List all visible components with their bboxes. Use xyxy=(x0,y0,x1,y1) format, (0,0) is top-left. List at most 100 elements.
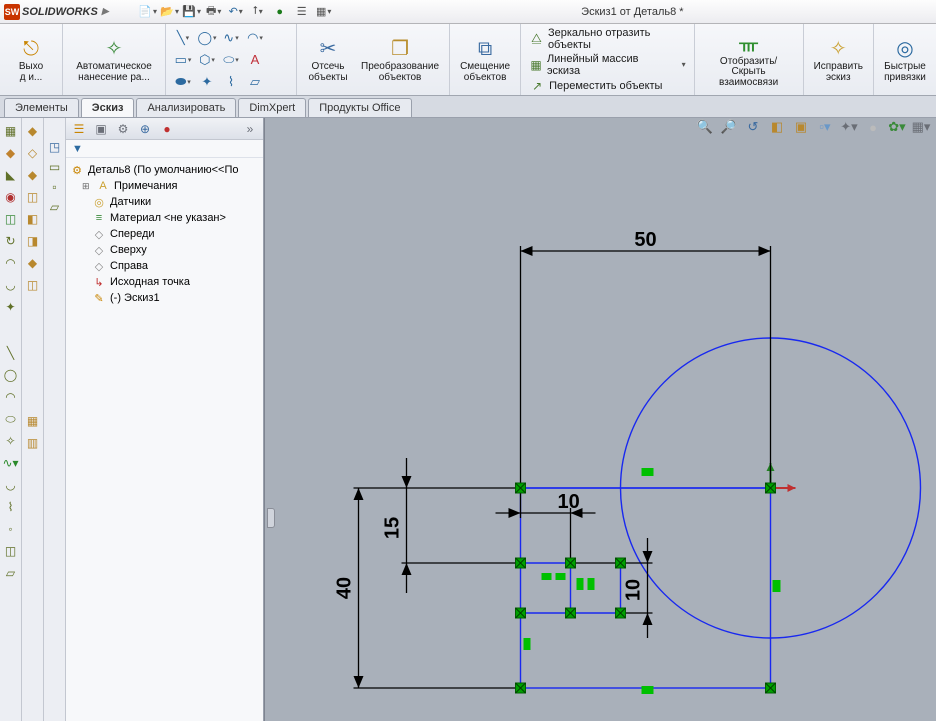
lt1-11[interactable]: ◯ xyxy=(2,366,20,384)
lt3-3[interactable]: ▫ xyxy=(46,178,64,196)
lt2-7[interactable]: ◆ xyxy=(24,254,42,272)
lt2-10[interactable]: ▥ xyxy=(24,434,42,452)
point-tool[interactable]: ✦ xyxy=(196,72,218,92)
view-orientation-icon[interactable]: ▣ xyxy=(792,118,810,136)
lt1-16[interactable]: ◡ xyxy=(2,476,20,494)
line-tool[interactable]: ╲ xyxy=(172,28,194,48)
lt2-8[interactable]: ◫ xyxy=(24,276,42,294)
fillet-tool[interactable]: A xyxy=(244,50,266,70)
tab-sketch[interactable]: Эскиз xyxy=(81,98,135,117)
menu-expand-icon[interactable]: ▶ xyxy=(102,6,109,17)
lt1-4[interactable]: ◉ xyxy=(2,188,20,206)
lt2-9[interactable]: ▦ xyxy=(24,412,42,430)
linear-pattern-button[interactable]: ▦Линейный массив эскиза▾ xyxy=(529,53,685,77)
view-settings-icon[interactable]: ▦▾ xyxy=(912,118,930,136)
spline-tool[interactable]: ∿ xyxy=(220,28,242,48)
fm-tab-prop[interactable]: ▣ xyxy=(92,121,110,137)
new-doc-icon[interactable]: 📄 xyxy=(139,3,157,21)
fm-filter[interactable]: ▼ xyxy=(66,140,263,158)
select-icon[interactable]: ⭡ xyxy=(249,3,267,21)
ellipse-tool[interactable]: ⬭ xyxy=(220,50,242,70)
settings-icon[interactable]: ▦ xyxy=(315,3,333,21)
fm-tab-dim[interactable]: ⊕ xyxy=(136,121,154,137)
tree-notes[interactable]: Примечания xyxy=(114,180,178,192)
tree-sensors[interactable]: Датчики xyxy=(110,196,151,208)
tool-15[interactable] xyxy=(268,72,290,92)
lt1-3[interactable]: ◣ xyxy=(2,166,20,184)
dimension-15[interactable]: 15 xyxy=(382,458,521,593)
save-icon[interactable]: 💾 xyxy=(183,3,201,21)
print-icon[interactable]: 🖶 xyxy=(205,3,223,21)
zoom-fit-icon[interactable]: 🔍 xyxy=(696,118,714,136)
arc-tool[interactable]: ◠ xyxy=(244,28,266,48)
tree-expand[interactable]: ⊞ xyxy=(82,181,92,192)
lt1-18[interactable]: ◦ xyxy=(2,520,20,538)
lt1-2[interactable]: ◆ xyxy=(2,144,20,162)
fm-tab-tree[interactable]: ☰ xyxy=(70,121,88,137)
lt1-7[interactable]: ◠ xyxy=(2,254,20,272)
lt1-17[interactable]: ⌇ xyxy=(2,498,20,516)
plane-tool[interactable]: ▱ xyxy=(244,72,266,92)
tree-top[interactable]: Сверху xyxy=(110,244,147,256)
trim-button[interactable]: ✂ Отсечь объекты xyxy=(303,27,353,93)
quick-snaps-button[interactable]: ◎ Быстрые привязки xyxy=(880,27,930,93)
exit-sketch-button[interactable]: ⎋ Выхо д и... xyxy=(6,27,56,93)
lt2-3[interactable]: ◆ xyxy=(24,166,42,184)
prev-view-icon[interactable]: ↺ xyxy=(744,118,762,136)
move-entities-button[interactable]: ↗Переместить объекты xyxy=(529,79,685,93)
scene-icon[interactable]: ✿▾ xyxy=(888,118,906,136)
lt3-2[interactable]: ▭ xyxy=(46,158,64,176)
lt1-1[interactable]: ▦ xyxy=(2,122,20,140)
tree-origin[interactable]: Исходная точка xyxy=(110,276,190,288)
polygon-tool[interactable]: ⬡ xyxy=(196,50,218,70)
hide-show-icon[interactable]: ✦▾ xyxy=(840,118,858,136)
lt1-6[interactable]: ↻ xyxy=(2,232,20,250)
tree-right[interactable]: Справа xyxy=(110,260,148,272)
dimension-40[interactable]: 40 xyxy=(334,488,521,688)
section-view-icon[interactable]: ◧ xyxy=(768,118,786,136)
appearance-icon[interactable]: ● xyxy=(864,118,882,136)
display-style-icon[interactable]: ▫▾ xyxy=(816,118,834,136)
lt2-5[interactable]: ◧ xyxy=(24,210,42,228)
tab-elements[interactable]: Элементы xyxy=(4,98,79,117)
undo-icon[interactable]: ↶ xyxy=(227,3,245,21)
lt1-5[interactable]: ◫ xyxy=(2,210,20,228)
lt2-1[interactable]: ◆ xyxy=(24,122,42,140)
lt2-4[interactable]: ◫ xyxy=(24,188,42,206)
lt1-15[interactable]: ∿▾ xyxy=(2,454,20,472)
options-icon[interactable]: ☰ xyxy=(293,3,311,21)
lt2-2[interactable]: ◇ xyxy=(24,144,42,162)
circle-tool[interactable]: ◯ xyxy=(196,28,218,48)
sketch-rect-outer[interactable] xyxy=(521,488,771,688)
tool-5[interactable] xyxy=(268,28,290,48)
graphics-area[interactable]: 50 40 15 xyxy=(264,118,936,721)
lt3-1[interactable]: ◳ xyxy=(46,138,64,156)
open-icon[interactable]: 📂 xyxy=(161,3,179,21)
display-relations-button[interactable]: ᚃ Отобразить/Скрыть взаимосвязи xyxy=(701,27,797,93)
rebuild-icon[interactable]: ● xyxy=(271,3,289,21)
zoom-area-icon[interactable]: 🔎 xyxy=(720,118,738,136)
tab-office[interactable]: Продукты Office xyxy=(308,98,411,117)
lt1-13[interactable]: ⬭ xyxy=(2,410,20,428)
tree-material[interactable]: Материал <не указан> xyxy=(110,212,226,224)
dimension-50[interactable]: 50 xyxy=(521,229,771,488)
tree-root[interactable]: ⚙ Деталь8 (По умолчанию<<По xyxy=(68,162,261,178)
convert-button[interactable]: ❐ Преобразование объектов xyxy=(357,27,443,93)
lt3-4[interactable]: ▱ xyxy=(46,198,64,216)
fm-tab-display[interactable]: ● xyxy=(158,121,176,137)
lt1-8[interactable]: ◡ xyxy=(2,276,20,294)
tab-dimxpert[interactable]: DimXpert xyxy=(238,98,306,117)
dimension-10-h[interactable]: 10 xyxy=(496,488,596,563)
slot-tool[interactable]: ⬬ xyxy=(172,72,194,92)
mirror-button[interactable]: ⧋Зеркально отразить объекты xyxy=(529,27,685,51)
rectangle-tool[interactable]: ▭ xyxy=(172,50,194,70)
centerline-tool[interactable]: ⌇ xyxy=(220,72,242,92)
lt1-10[interactable]: ╲ xyxy=(2,344,20,362)
lt1-20[interactable]: ▱ xyxy=(2,564,20,582)
lt2-6[interactable]: ◨ xyxy=(24,232,42,250)
lt1-9[interactable]: ✦ xyxy=(2,298,20,316)
tab-analyze[interactable]: Анализировать xyxy=(136,98,236,117)
repair-sketch-button[interactable]: ✧ Исправить эскиз xyxy=(810,27,867,93)
lt1-19[interactable]: ◫ xyxy=(2,542,20,560)
tree-sketch[interactable]: (-) Эскиз1 xyxy=(110,292,160,304)
